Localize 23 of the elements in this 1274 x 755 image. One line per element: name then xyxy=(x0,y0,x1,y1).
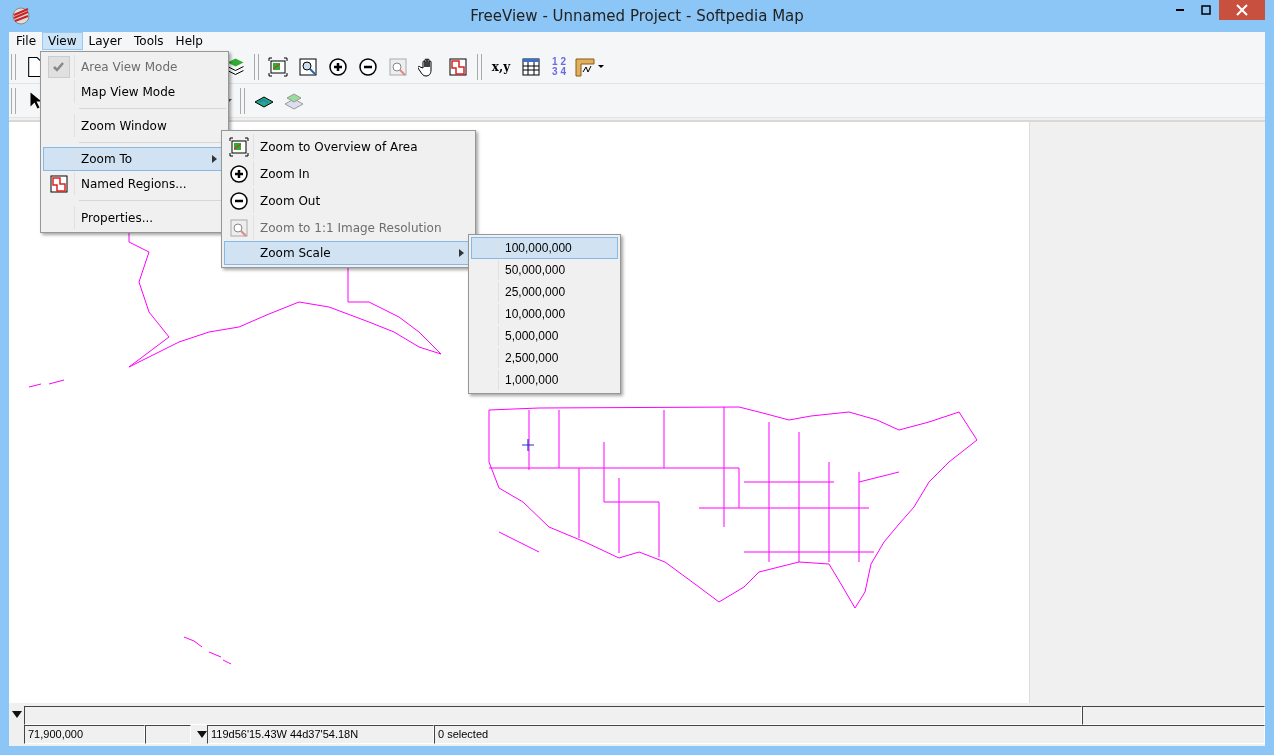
menu-item[interactable]: Map View Mode xyxy=(43,79,226,104)
menu-item[interactable]: Zoom In xyxy=(224,160,473,187)
menu-item[interactable]: Zoom Out xyxy=(224,187,473,214)
menu-item[interactable]: Zoom Window xyxy=(43,113,226,138)
menu-item[interactable]: 25,000,000 xyxy=(471,281,618,303)
window-title: FreeView - Unnamed Project - Softpedia Map xyxy=(470,7,804,25)
menu-item[interactable]: 10,000,000 xyxy=(471,303,618,325)
menu-item[interactable]: 5,000,000 xyxy=(471,325,618,347)
scale-field: 71,900,000 xyxy=(24,725,145,744)
xy-coordinates-button[interactable]: x,y xyxy=(488,53,514,80)
menu-item[interactable]: Layer xyxy=(82,32,129,50)
menu-item[interactable]: Help xyxy=(169,32,209,50)
menu-item[interactable]: 50,000,000 xyxy=(471,259,618,281)
selection-field: 0 selected xyxy=(434,725,1265,744)
menu-item[interactable]: Tools xyxy=(128,32,170,50)
menu-item[interactable]: 1,000,000 xyxy=(471,369,618,391)
menu-item[interactable]: Zoom to Overview of Area xyxy=(224,133,473,160)
numbering-button[interactable]: 1 2 3 4 xyxy=(548,53,570,80)
menu-item[interactable]: 2,500,000 xyxy=(471,347,618,369)
menu-item[interactable]: File xyxy=(10,32,43,50)
menu-item[interactable]: View xyxy=(42,32,83,50)
menu-item[interactable]: 100,000,000 xyxy=(471,237,618,259)
coordinates-field: 119d56'15.43W 44d37'54.18N xyxy=(207,725,434,744)
